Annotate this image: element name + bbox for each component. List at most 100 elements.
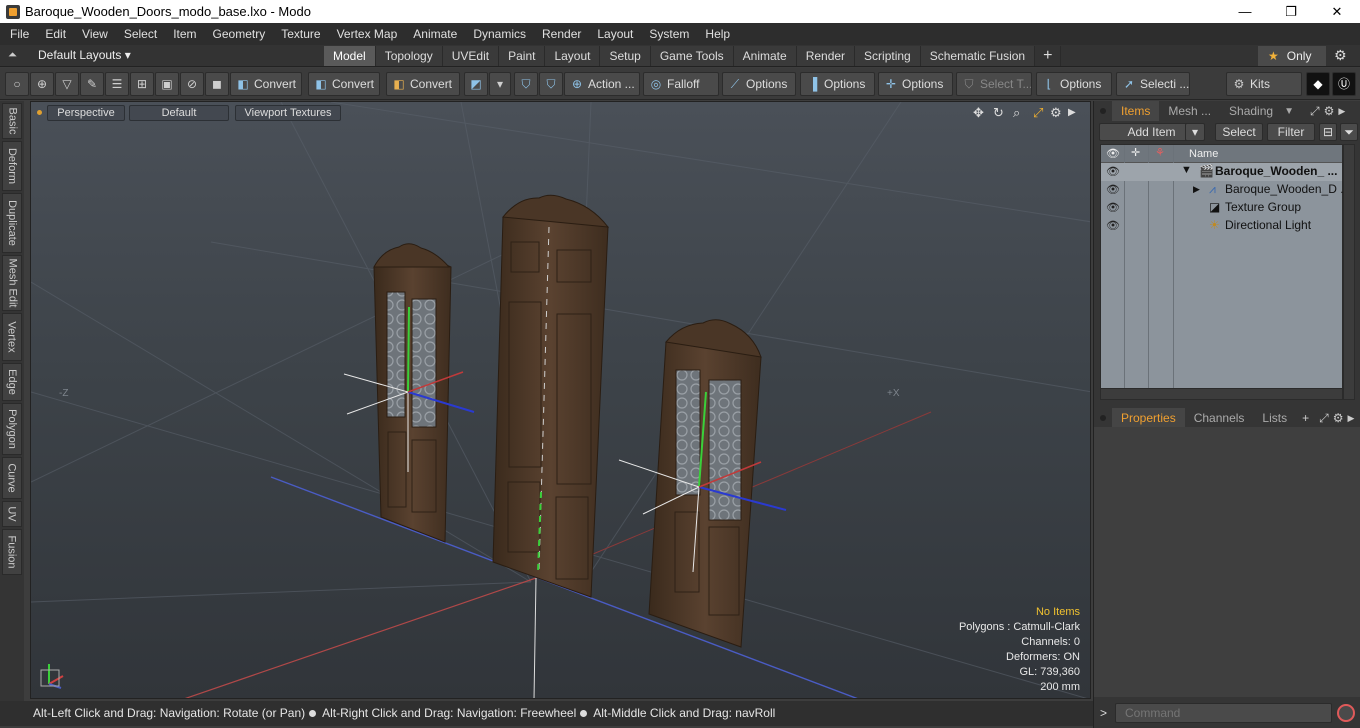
- expand-panel-icon[interactable]: ⤢: [1310, 104, 1320, 119]
- options-button-1[interactable]: ⟋ Options: [722, 72, 796, 96]
- menu-view[interactable]: View: [74, 27, 116, 41]
- tree-row-mesh[interactable]: 👁 ▶ ⩘ Baroque_Wooden_D ...: [1101, 181, 1350, 199]
- pan-icon[interactable]: ✥: [973, 105, 984, 121]
- convert-button-2[interactable]: ◧ Convert: [308, 72, 380, 96]
- menu-geometry[interactable]: Geometry: [205, 27, 274, 41]
- expand-panel-icon[interactable]: ⤢: [1319, 411, 1329, 426]
- menu-layout[interactable]: Layout: [589, 27, 641, 41]
- vtab-curve[interactable]: Curve: [2, 457, 22, 499]
- tab-shading[interactable]: Shading: [1220, 101, 1282, 121]
- viewport-expand-icon[interactable]: ▶: [1068, 107, 1076, 118]
- menu-vertex-map[interactable]: Vertex Map: [329, 27, 406, 41]
- viewport-settings-icon[interactable]: ⚙: [1050, 105, 1062, 121]
- layout-collapse-icon[interactable]: ⏶: [8, 49, 22, 63]
- symmetry-button[interactable]: ◩: [464, 72, 488, 96]
- rotate-icon[interactable]: ↻: [993, 105, 1004, 121]
- shading-mode-button[interactable]: Default: [129, 105, 229, 121]
- record-macro-button[interactable]: [1337, 704, 1355, 722]
- tab-properties[interactable]: Properties: [1112, 408, 1185, 428]
- close-button[interactable]: ✕: [1314, 0, 1360, 23]
- tab-game-tools[interactable]: Game Tools: [650, 46, 734, 66]
- add-item-dropdown[interactable]: ▾: [1185, 123, 1205, 141]
- expand-arrow-icon[interactable]: ▼: [1181, 164, 1192, 176]
- 3d-viewport[interactable]: Perspective Default Viewport Textures ✥ …: [30, 101, 1091, 699]
- selection-button[interactable]: ➚ Selecti ...: [1116, 72, 1190, 96]
- middle-door[interactable]: [492, 194, 610, 598]
- select-vertices-button[interactable]: ○: [5, 72, 29, 96]
- snap-options-button[interactable]: ⛉: [539, 72, 563, 96]
- unity-button[interactable]: ◆: [1306, 72, 1330, 96]
- eye-icon[interactable]: 👁: [1106, 183, 1120, 196]
- menu-render[interactable]: Render: [534, 27, 589, 41]
- tree-horizontal-scrollbar[interactable]: [1100, 388, 1343, 400]
- tab-channels[interactable]: Channels: [1185, 408, 1254, 428]
- name-column-header[interactable]: Name: [1189, 148, 1218, 160]
- tab-scripting[interactable]: Scripting: [855, 46, 921, 66]
- fit-icon[interactable]: ⤢: [1033, 105, 1043, 121]
- eye-icon[interactable]: 👁: [1106, 165, 1120, 178]
- mesh-button[interactable]: ◼: [205, 72, 229, 96]
- menu-edit[interactable]: Edit: [37, 27, 74, 41]
- viewport-textures-button[interactable]: Viewport Textures: [235, 105, 341, 121]
- select-through-button[interactable]: ⛉ Select T...: [956, 72, 1032, 96]
- view-mode-button[interactable]: Perspective: [47, 105, 125, 121]
- maximize-button[interactable]: ❐: [1268, 0, 1314, 23]
- tab-render[interactable]: Render: [796, 46, 856, 66]
- tab-model[interactable]: Model: [324, 46, 376, 66]
- vtab-fusion[interactable]: Fusion: [2, 529, 22, 575]
- add-tab-button[interactable]: +: [1035, 46, 1062, 66]
- tree-row-directional-light[interactable]: 👁 ☀ Directional Light: [1101, 217, 1342, 235]
- vtab-duplicate[interactable]: Duplicate: [2, 193, 22, 253]
- menu-system[interactable]: System: [641, 27, 697, 41]
- vtab-edge[interactable]: Edge: [2, 363, 22, 401]
- tab-uvedit[interactable]: UVEdit: [442, 46, 500, 66]
- tab-lists[interactable]: Lists: [1253, 408, 1296, 428]
- panel-menu-dot[interactable]: [1100, 415, 1106, 421]
- default-layouts-dropdown[interactable]: Default Layouts ▾: [38, 48, 131, 62]
- panel-menu-dot[interactable]: [1100, 108, 1106, 114]
- action-center-button[interactable]: ⊕ Action ...: [564, 72, 640, 96]
- chevron-down-icon[interactable]: ▼: [1284, 106, 1294, 117]
- select-edges-button[interactable]: ⊕: [30, 72, 54, 96]
- snap-button[interactable]: ⛉: [514, 72, 538, 96]
- tab-animate[interactable]: Animate: [733, 46, 797, 66]
- gear-icon[interactable]: ⚙: [1334, 47, 1347, 64]
- tab-paint[interactable]: Paint: [499, 46, 546, 66]
- select-items-button[interactable]: ✎: [80, 72, 104, 96]
- tab-topology[interactable]: Topology: [375, 46, 443, 66]
- falloff-button[interactable]: ◎ Falloff: [643, 72, 719, 96]
- symmetry-dropdown[interactable]: ▾: [489, 72, 511, 96]
- filter-funnel-icon[interactable]: ⏷: [1340, 123, 1358, 141]
- zoom-icon[interactable]: ⌕: [1013, 105, 1020, 121]
- menu-texture[interactable]: Texture: [273, 27, 328, 41]
- tab-schematic-fusion[interactable]: Schematic Fusion: [920, 46, 1036, 66]
- center-button[interactable]: ⊞: [130, 72, 154, 96]
- menu-item[interactable]: Item: [165, 27, 204, 41]
- menu-animate[interactable]: Animate: [405, 27, 465, 41]
- viewport-menu-dot[interactable]: [37, 110, 42, 115]
- tab-layout[interactable]: Layout: [545, 46, 601, 66]
- vtab-mesh-edit[interactable]: Mesh Edit: [2, 255, 22, 311]
- only-toggle[interactable]: ★ Only: [1258, 46, 1326, 66]
- convert-button-3[interactable]: ◧ Convert: [386, 72, 460, 96]
- panel-arrow-icon[interactable]: ▶: [1347, 413, 1354, 424]
- command-input[interactable]: [1115, 703, 1332, 723]
- eye-icon[interactable]: 👁: [1106, 201, 1120, 214]
- menu-file[interactable]: File: [2, 27, 37, 41]
- vtab-deform[interactable]: Deform: [2, 141, 22, 191]
- left-door[interactable]: [343, 243, 475, 543]
- select-button[interactable]: Select: [1215, 123, 1263, 141]
- tree-row-texture-group[interactable]: 👁 ◪ Texture Group: [1101, 199, 1342, 217]
- minimize-button[interactable]: —: [1222, 0, 1268, 23]
- convert-button-1[interactable]: ◧ Convert: [230, 72, 302, 96]
- collapse-icon[interactable]: ⊟: [1319, 123, 1337, 141]
- select-materials-button[interactable]: ☰: [105, 72, 129, 96]
- panel-arrow-icon[interactable]: ▶: [1338, 106, 1345, 117]
- expand-arrow-icon[interactable]: ▶: [1193, 184, 1200, 195]
- panel-settings-icon[interactable]: ⚙: [1333, 411, 1344, 425]
- select-polygons-button[interactable]: ▽: [55, 72, 79, 96]
- tab-setup[interactable]: Setup: [600, 46, 651, 66]
- tree-row-scene[interactable]: 👁 ▼ 🎬 Baroque_Wooden_ ...: [1101, 163, 1342, 181]
- tree-vertical-scrollbar[interactable]: [1343, 144, 1355, 400]
- vtab-basic[interactable]: Basic: [2, 103, 22, 139]
